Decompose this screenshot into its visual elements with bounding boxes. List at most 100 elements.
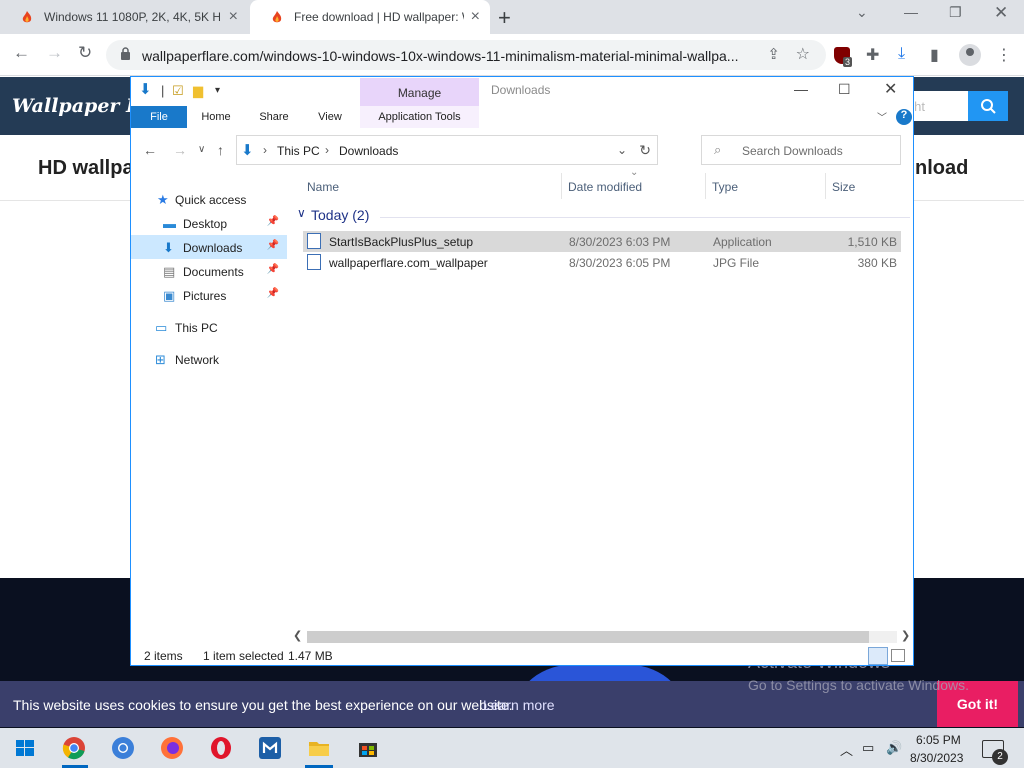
nav-desktop[interactable]: ▬ Desktop 📌 <box>131 211 287 235</box>
minimize-icon[interactable]: — <box>904 4 918 20</box>
search-icon: ⌕ <box>714 142 722 157</box>
activate-windows-subtitle: Go to Settings to activate Windows. <box>748 677 969 693</box>
chrome-icon[interactable] <box>62 736 86 760</box>
recent-locations-chevron-icon[interactable]: ∨ <box>198 144 205 155</box>
notification-count-badge: 2 <box>992 749 1008 765</box>
file-explorer-icon[interactable] <box>307 736 331 760</box>
pin-icon[interactable]: 📌 <box>267 240 279 251</box>
horizontal-scrollbar[interactable]: ❮ ❯ <box>293 629 913 645</box>
tab-share[interactable]: Share <box>251 106 297 128</box>
help-icon[interactable]: ? <box>896 109 912 125</box>
network-status-icon[interactable]: ▭ <box>862 740 874 756</box>
close-window-icon[interactable]: ✕ <box>994 3 1008 23</box>
back-arrow-icon[interactable]: ← <box>13 43 30 63</box>
taskbar-clock-date[interactable]: 8/30/2023 <box>910 751 963 765</box>
minimize-icon[interactable]: — <box>794 81 808 97</box>
group-collapse-chevron-icon[interactable]: ∨ <box>297 206 306 220</box>
file-row[interactable]: StartIsBackPlusPlus_setup 8/30/2023 6:03… <box>303 231 901 252</box>
column-header-date-modified[interactable]: Date modified <box>568 180 642 194</box>
file-type: Application <box>713 235 772 249</box>
maxthon-icon[interactable] <box>258 736 282 760</box>
nav-network[interactable]: ⊞ Network <box>131 347 287 371</box>
chromium-icon[interactable] <box>111 736 135 760</box>
microsoft-store-icon[interactable] <box>356 736 380 760</box>
new-tab-plus-icon[interactable]: + <box>498 5 511 31</box>
maximize-icon[interactable]: ☐ <box>838 81 851 98</box>
tab-title: Free download | HD wallpaper: W <box>294 10 464 24</box>
tab-file[interactable]: File <box>131 106 187 128</box>
column-header-type[interactable]: Type <box>712 180 738 194</box>
firefox-icon[interactable] <box>160 736 184 760</box>
show-hidden-icons-chevron-icon[interactable]: ︿ <box>840 740 853 759</box>
up-arrow-icon[interactable]: ↑ <box>217 142 224 158</box>
address-dropdown-chevron-icon[interactable]: ⌄ <box>617 143 627 157</box>
close-window-icon[interactable]: ✕ <box>884 79 897 99</box>
bookmark-star-icon[interactable]: ☆ <box>796 44 810 64</box>
forward-arrow-icon[interactable]: → <box>173 142 187 158</box>
scroll-right-icon[interactable]: ❯ <box>901 629 910 642</box>
column-header-size[interactable]: Size <box>832 180 855 194</box>
download-icon[interactable]: ⤓ <box>898 45 905 63</box>
pin-icon[interactable]: 📌 <box>267 288 279 299</box>
chevron-right-icon[interactable]: › <box>325 143 329 157</box>
share-icon[interactable]: ⇪ <box>767 45 780 63</box>
details-view-icon[interactable] <box>868 647 888 665</box>
tab-application-tools[interactable]: Application Tools <box>360 106 479 128</box>
nav-documents[interactable]: ▤ Documents 📌 <box>131 259 287 283</box>
navigation-pane: ★ Quick access ▬ Desktop 📌 ⬇ Downloads 📌… <box>131 181 291 621</box>
tab-view[interactable]: View <box>307 106 353 128</box>
column-separator[interactable] <box>705 173 706 199</box>
chevron-right-icon[interactable]: › <box>263 143 267 157</box>
reload-icon[interactable]: ↻ <box>78 43 92 63</box>
tab-windows-11-wallpapers[interactable]: Windows 11 1080P, 2K, 4K, 5K HD × <box>0 0 248 34</box>
status-bar: 2 items 1 item selected 1.47 MB <box>131 647 913 665</box>
pin-icon[interactable]: 📌 <box>267 216 279 227</box>
address-bar[interactable]: wallpaperflare.com/windows-10-windows-10… <box>106 40 826 70</box>
restore-icon[interactable]: ❐ <box>949 4 962 21</box>
side-panel-icon[interactable]: ▮ <box>930 45 939 65</box>
quick-access-dropdown-icon[interactable]: ▾ <box>215 85 220 96</box>
cookie-learn-more-link[interactable]: Learn more <box>483 697 555 713</box>
nav-downloads[interactable]: ⬇ Downloads 📌 <box>131 235 287 259</box>
expand-ribbon-chevron-icon[interactable]: ﹀ <box>877 109 887 124</box>
search-input[interactable]: ⌕ Search Downloads <box>701 135 901 165</box>
profile-avatar[interactable] <box>959 44 981 66</box>
extensions-puzzle-icon[interactable]: ✚ <box>866 45 879 65</box>
file-row[interactable]: wallpaperflare.com_wallpaper 8/30/2023 6… <box>303 252 901 273</box>
forward-arrow-icon[interactable]: → <box>46 43 63 63</box>
tab-search-chevron-icon[interactable]: ⌄ <box>856 4 868 21</box>
scroll-left-icon[interactable]: ❮ <box>293 629 302 642</box>
column-separator[interactable] <box>561 173 562 199</box>
page-heading-left: HD wallpa <box>38 157 134 179</box>
column-header-name[interactable]: Name <box>307 180 339 194</box>
close-tab-icon[interactable]: × <box>471 8 480 26</box>
new-folder-icon[interactable]: ▆ <box>193 83 203 99</box>
tab-free-download-hd-wallpaper[interactable]: Free download | HD wallpaper: W × <box>250 0 490 34</box>
properties-checklist-icon[interactable]: ☑ <box>172 83 184 99</box>
chrome-menu-icon[interactable]: ⋮ <box>996 45 1012 65</box>
nav-this-pc[interactable]: ▭ This PC <box>131 315 287 339</box>
nav-quick-access[interactable]: ★ Quick access <box>131 187 287 211</box>
close-tab-icon[interactable]: × <box>229 8 238 26</box>
group-header-today[interactable]: Today (2) <box>311 207 369 223</box>
column-separator[interactable] <box>825 173 826 199</box>
computer-icon: ▭ <box>155 320 168 335</box>
nav-label: Pictures <box>183 289 227 303</box>
ribbon-context-manage[interactable]: Manage <box>360 78 479 106</box>
nav-pictures[interactable]: ▣ Pictures 📌 <box>131 283 287 307</box>
refresh-icon[interactable]: ↻ <box>639 142 651 159</box>
breadcrumb-downloads[interactable]: Downloads <box>339 144 398 158</box>
tab-home[interactable]: Home <box>193 106 239 128</box>
breadcrumb-this-pc[interactable]: This PC <box>277 144 320 158</box>
ribbon-tabs: File Home Share View Application Tools <box>131 106 913 128</box>
pin-icon[interactable]: 📌 <box>267 264 279 275</box>
back-arrow-icon[interactable]: ← <box>143 142 157 158</box>
large-icons-view-icon[interactable] <box>891 649 905 662</box>
windows-start-icon[interactable] <box>13 736 37 760</box>
taskbar-clock-time[interactable]: 6:05 PM <box>916 733 961 747</box>
scroll-thumb[interactable] <box>307 631 869 643</box>
volume-icon[interactable]: 🔊 <box>886 740 902 756</box>
opera-icon[interactable] <box>209 736 233 760</box>
site-search-button[interactable] <box>968 91 1008 121</box>
address-breadcrumb-bar[interactable]: ⬇ › This PC › Downloads ⌄ ↻ <box>236 135 658 165</box>
